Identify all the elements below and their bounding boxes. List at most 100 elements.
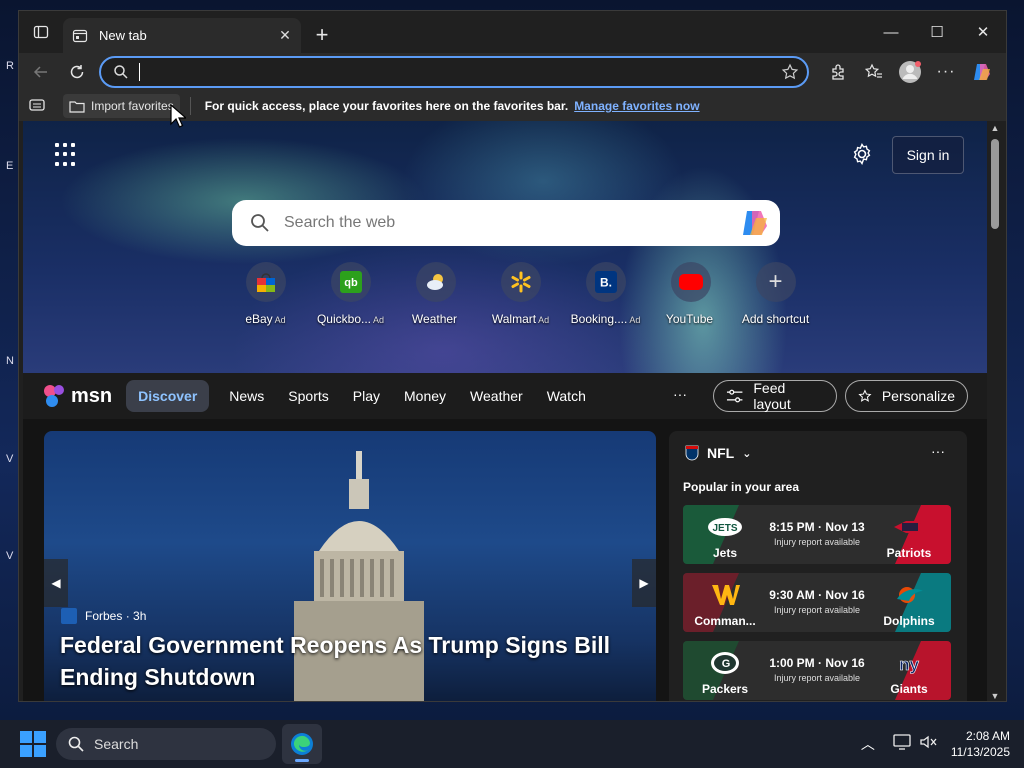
back-button[interactable] <box>23 56 59 88</box>
game-card[interactable]: JETS 8:15 PM · Nov 13 Injury report avai… <box>683 505 951 564</box>
game-time: 9:30 AM · Nov 16 <box>769 588 865 602</box>
nfl-header[interactable]: NFL ⌄ <box>685 445 751 461</box>
refresh-button[interactable] <box>59 56 95 88</box>
tab-title: New tab <box>99 28 147 43</box>
sign-in-button[interactable]: Sign in <box>892 136 964 174</box>
newtab-page-icon <box>71 27 89 45</box>
nfl-card: NFL ⌄ ··· Popular in your area JETS 8:15… <box>669 431 967 701</box>
add-shortcut-button[interactable]: + Add shortcut <box>733 262 818 326</box>
msn-nav-bar: msn Discover News Sports Play Money Weat… <box>23 373 987 419</box>
address-bar[interactable] <box>99 56 809 88</box>
quickbooks-icon: qb <box>330 262 371 302</box>
sparkle-star-icon <box>858 389 872 402</box>
tab-sports[interactable]: Sports <box>276 380 340 412</box>
shortcut-label: Booking.... <box>570 312 628 326</box>
active-indicator <box>295 759 309 762</box>
reading-view-icon[interactable] <box>29 98 45 115</box>
shortcut-youtube[interactable]: YouTube <box>648 262 733 326</box>
close-window-button[interactable]: ✕ <box>960 11 1006 53</box>
msn-logo[interactable]: msn <box>43 384 112 408</box>
shopping-bag-icon <box>245 262 286 302</box>
browser-window: New tab ✕ + — ☐ ✕ ··· Import favorites F… <box>18 10 1007 702</box>
minimize-button[interactable]: — <box>868 11 914 53</box>
volume-muted-icon[interactable] <box>919 734 937 755</box>
tab-play[interactable]: Play <box>341 380 392 412</box>
clock[interactable]: 2:08 AM 11/13/2025 <box>951 728 1010 760</box>
ad-label: Ad <box>629 315 641 325</box>
ad-label: Ad <box>274 315 286 325</box>
feed-layout-button[interactable]: Feed layout <box>713 380 837 412</box>
profile-button[interactable] <box>892 56 928 88</box>
tab-discover[interactable]: Discover <box>126 380 210 412</box>
taskbar-search[interactable]: Search <box>56 728 276 760</box>
text-cursor <box>139 63 140 81</box>
tab-actions-button[interactable] <box>25 16 57 48</box>
show-hidden-icons-chevron-icon[interactable]: ︿ <box>861 734 875 754</box>
forbes-logo-icon <box>61 608 77 624</box>
tab-news[interactable]: News <box>217 380 276 412</box>
team1-name: Comman... <box>694 614 756 628</box>
start-button[interactable] <box>20 731 46 757</box>
gear-icon <box>853 143 871 165</box>
tab-close-icon[interactable]: ✕ <box>277 27 293 44</box>
shortcut-label: eBay <box>245 312 273 326</box>
new-tab-button[interactable]: + <box>309 22 335 48</box>
game-time: 8:15 PM · Nov 13 <box>769 520 865 534</box>
app-launcher-button[interactable] <box>55 143 79 167</box>
carousel-prev-button[interactable]: ◀ <box>44 559 68 607</box>
plus-icon: + <box>755 262 796 302</box>
settings-more-button[interactable]: ··· <box>928 56 964 88</box>
page-scrollbar[interactable]: ▲ ▼ <box>987 121 1003 701</box>
tab-money[interactable]: Money <box>392 380 458 412</box>
tab-weather[interactable]: Weather <box>458 380 535 412</box>
extensions-button[interactable] <box>820 56 856 88</box>
shortcut-label: YouTube <box>665 312 714 326</box>
shortcut-booking[interactable]: B. Booking.... Ad <box>563 262 648 326</box>
more-tabs-button[interactable]: ··· <box>673 386 687 402</box>
favorites-button[interactable] <box>856 56 892 88</box>
dot-separator: · <box>122 609 134 623</box>
hero-story-card[interactable]: ◀ ▶ Forbes · 3h Federal Government Reope… <box>44 431 656 701</box>
tab-new-tab[interactable]: New tab ✕ <box>63 18 301 53</box>
shortcut-walmart[interactable]: Walmart Ad <box>478 262 563 326</box>
carousel-next-button[interactable]: ▶ <box>632 559 656 607</box>
network-monitor-icon[interactable] <box>893 733 911 755</box>
taskbar-edge-button[interactable] <box>282 724 322 764</box>
ad-label: Ad <box>538 315 550 325</box>
add-favorite-star-icon[interactable] <box>781 63 799 86</box>
window-controls: — ☐ ✕ <box>868 11 1006 53</box>
shortcut-quickbooks[interactable]: qb Quickbo... Ad <box>308 262 393 326</box>
game-card[interactable]: G ny 1:00 PM · Nov 16 Injury report avai… <box>683 641 951 700</box>
source-name: Forbes <box>85 609 123 623</box>
shortcut-weather[interactable]: Weather <box>393 262 478 326</box>
shortcut-ebay[interactable]: eBay Ad <box>223 262 308 326</box>
scrollbar-thumb[interactable] <box>991 139 999 229</box>
shortcut-label: Walmart <box>491 312 537 326</box>
copilot-icon[interactable] <box>738 206 772 240</box>
shortcut-label: Quickbo... <box>316 312 371 326</box>
favorites-bar: Import favorites For quick access, place… <box>19 91 1006 121</box>
favorites-hint-text: For quick access, place your favorites h… <box>204 99 569 113</box>
copilot-button[interactable] <box>964 56 1000 88</box>
toolbar-right-group: ··· <box>820 56 1000 88</box>
nfl-more-button[interactable]: ··· <box>931 443 945 459</box>
team2-name: Dolphins <box>883 614 935 628</box>
manage-favorites-link[interactable]: Manage favorites now <box>574 99 699 113</box>
scroll-down-arrow-icon[interactable]: ▼ <box>990 691 1000 701</box>
story-headline[interactable]: Federal Government Reopens As Trump Sign… <box>60 629 620 693</box>
game-card[interactable]: 9:30 AM · Nov 16 Injury report available… <box>683 573 951 632</box>
msn-logo-text: msn <box>71 384 113 407</box>
tab-watch[interactable]: Watch <box>535 380 598 412</box>
weather-cloud-icon <box>415 262 456 302</box>
search-icon <box>68 736 84 752</box>
edge-browser-icon <box>291 733 313 755</box>
clock-time: 2:08 AM <box>965 729 1010 743</box>
personalize-button[interactable]: Personalize <box>845 380 968 412</box>
scroll-up-arrow-icon[interactable]: ▲ <box>990 123 1000 133</box>
tab-actions-icon <box>33 25 49 39</box>
web-search-placeholder: Search the web <box>284 214 396 231</box>
import-favorites-button[interactable]: Import favorites <box>63 94 180 118</box>
web-search-box[interactable]: Search the web <box>232 200 780 246</box>
page-settings-button[interactable] <box>849 141 875 167</box>
maximize-button[interactable]: ☐ <box>914 11 960 53</box>
